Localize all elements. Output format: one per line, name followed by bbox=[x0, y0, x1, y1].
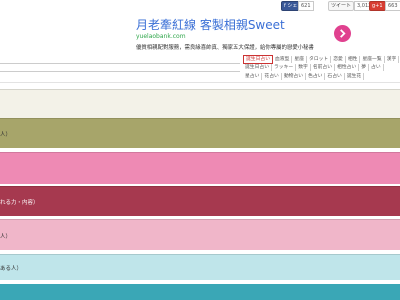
color-band bbox=[0, 89, 400, 118]
nav-tab-item[interactable]: 漢字 bbox=[385, 56, 400, 63]
band-label: れる力・内容） bbox=[0, 200, 39, 206]
gplus-button[interactable]: g+1 bbox=[369, 1, 386, 11]
band-label: 人） bbox=[0, 132, 12, 138]
nav-tab-item[interactable]: 色占い bbox=[306, 73, 326, 80]
nav-tabs-row-2: 誕生日占い ラッキー 数字 名前占い 相性占い夢占い bbox=[243, 64, 384, 71]
nav-tab-item[interactable]: 数字 bbox=[296, 64, 311, 71]
band-divider bbox=[0, 186, 400, 187]
nav-tab-item[interactable]: 花占い bbox=[262, 73, 282, 80]
color-band: ある人） bbox=[0, 254, 400, 280]
nav-tab-item[interactable]: 血液型 bbox=[273, 56, 293, 63]
color-band bbox=[0, 284, 400, 300]
nav-tab-item[interactable]: タロット bbox=[307, 56, 332, 63]
ad-title[interactable]: 月老牽紅線 客製相親Sweet bbox=[136, 16, 285, 33]
band-divider bbox=[0, 89, 400, 90]
tweet-button[interactable]: ツイート bbox=[328, 1, 355, 11]
nav-tab-item[interactable]: 誕生日占い bbox=[243, 64, 272, 71]
ad-url[interactable]: yuelaobank.com bbox=[136, 33, 186, 40]
nav-tab-item[interactable]: 星座一覧 bbox=[360, 56, 385, 63]
gplus-count: 663 bbox=[385, 1, 400, 11]
color-band: 人） bbox=[0, 118, 400, 148]
nav-tab-item[interactable]: 誕生日占い bbox=[243, 55, 273, 64]
nav-tab-item[interactable]: 星座 bbox=[292, 56, 308, 63]
nav-tab-item[interactable]: 相性占い bbox=[335, 64, 360, 71]
nav-tabs-row-1: 誕生日占い 血液型 星座 タロット 恋愛 相性 星座一覧 漢字 bbox=[243, 55, 400, 64]
nav-tab-item[interactable]: 星占い bbox=[243, 73, 263, 80]
band-divider bbox=[0, 219, 400, 220]
nav-tab-item[interactable]: 石占い bbox=[325, 73, 345, 80]
top-input-bar[interactable] bbox=[0, 63, 240, 72]
color-band: れる力・内容） bbox=[0, 186, 400, 216]
chevron-right-icon bbox=[340, 29, 346, 38]
band-divider bbox=[0, 152, 400, 153]
nav-tab-item[interactable]: 夢 bbox=[359, 64, 370, 71]
band-label: ある人） bbox=[0, 266, 23, 272]
band-label: 人） bbox=[0, 233, 12, 240]
nav-tab-item[interactable]: 占い bbox=[369, 64, 384, 71]
nav-tab-item[interactable]: ラッキー bbox=[272, 64, 297, 71]
nav-tab-item[interactable]: 相性 bbox=[346, 56, 361, 63]
color-band bbox=[0, 152, 400, 184]
nav-tabs-row-3: 星占い 花占い 動物占い 色占い 石占い 誕生花 bbox=[243, 73, 365, 80]
header-divider bbox=[0, 82, 400, 83]
facebook-share-count: 621 bbox=[298, 1, 314, 11]
nav-tab-item[interactable]: 動物占い bbox=[282, 73, 307, 80]
band-divider bbox=[0, 254, 400, 255]
nav-tab-item[interactable]: 恋愛 bbox=[331, 56, 346, 63]
band-divider bbox=[0, 118, 400, 119]
nav-tab-item[interactable]: 名前占い bbox=[311, 64, 336, 71]
color-band: 人） bbox=[0, 219, 400, 250]
nav-tab-item[interactable]: 誕生花 bbox=[345, 73, 365, 80]
ad-open-button[interactable] bbox=[334, 25, 351, 42]
ad-description: 優質相親配對服務，需良緣喜帥真、獨家五大保證，給你專屬的戀愛小秘書 bbox=[136, 45, 314, 51]
